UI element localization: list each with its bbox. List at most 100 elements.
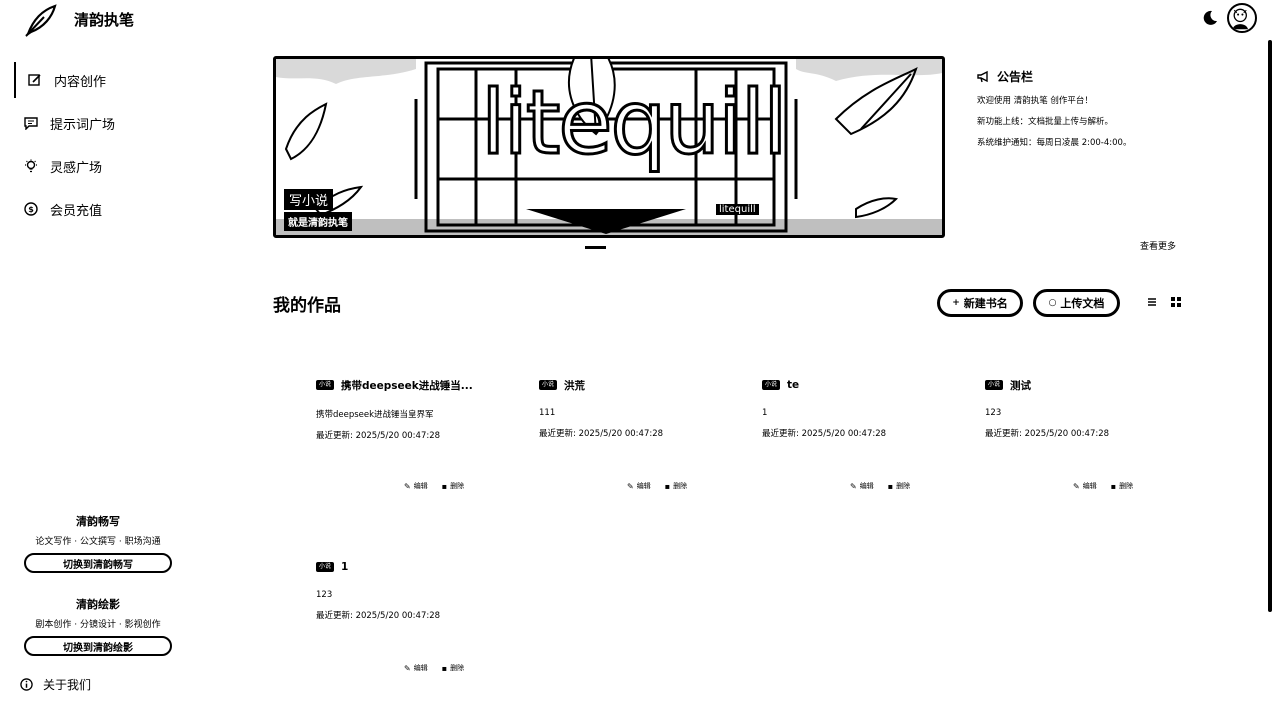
- announcement-line: 系统维护通知：每周日凌晨 2:00-4:00。: [977, 138, 1132, 148]
- dollar-icon: $: [24, 202, 38, 216]
- work-updated: 最近更新: 2025/5/20 00:47:28: [316, 611, 441, 621]
- works-title: 我的作品: [273, 296, 341, 316]
- promo-title: 清韵畅写: [76, 515, 120, 528]
- work-description: 123: [316, 590, 333, 600]
- delete-button[interactable]: ▪ 删除: [1111, 481, 1133, 491]
- work-title[interactable]: 1: [341, 561, 348, 573]
- banner-mini-tag: litequill: [716, 204, 759, 215]
- delete-label: 删除: [450, 664, 465, 672]
- carousel-indicator[interactable]: [585, 246, 606, 249]
- trash-icon: ▪: [887, 481, 894, 491]
- work-description: 1: [762, 408, 768, 418]
- edit-label: 编辑: [413, 664, 428, 672]
- pencil-icon: ✎: [627, 481, 634, 491]
- sidebar-item-membership[interactable]: $ 会员充值: [14, 191, 194, 227]
- banner-tag-sub: 就是清韵执笔: [284, 212, 352, 231]
- sidebar-item-prompt-square[interactable]: 提示词广场: [14, 105, 194, 141]
- banner-brand-text: litequill: [480, 71, 790, 174]
- type-badge: 小说: [316, 562, 335, 572]
- feather-logo-icon[interactable]: [22, 3, 58, 37]
- edit-label: 编辑: [636, 482, 651, 490]
- edit-button[interactable]: ✎ 编辑: [627, 481, 651, 491]
- info-icon: [20, 678, 33, 691]
- edit-label: 编辑: [1082, 482, 1097, 490]
- promo-title: 清韵绘影: [76, 598, 120, 611]
- delete-label: 删除: [450, 482, 465, 490]
- scrollbar[interactable]: [1268, 40, 1272, 612]
- delete-button[interactable]: ▪ 删除: [888, 481, 910, 491]
- new-book-label: 新建书名: [963, 297, 1008, 310]
- banner-tag-main: 写小说: [284, 189, 334, 210]
- upload-document-label: 上传文档: [1060, 297, 1105, 310]
- work-updated: 最近更新: 2025/5/20 00:47:28: [316, 431, 441, 441]
- see-more-link[interactable]: 查看更多: [1140, 239, 1176, 252]
- announcement-line: 新功能上线：文档批量上传与解析。: [977, 117, 1114, 127]
- promo-subtitle: 论文写作 · 公文撰写 · 职场沟通: [35, 537, 161, 547]
- type-badge: 小说: [316, 380, 335, 390]
- work-card[interactable]: 小说 te 1 最近更新: 2025/5/20 00:47:28 ✎ 编辑 ▪ 删除: [762, 378, 977, 508]
- edit-label: 编辑: [859, 482, 874, 490]
- top-bar: 清韵执笔: [0, 0, 1280, 40]
- promo-subtitle: 剧本创作 · 分镜设计 · 影视创作: [35, 620, 161, 630]
- megaphone-icon: [977, 70, 988, 83]
- delete-label: 删除: [673, 482, 688, 490]
- moon-icon[interactable]: [1201, 9, 1219, 27]
- sidebar-item-inspiration-square[interactable]: 灵感广场: [14, 148, 194, 184]
- work-card[interactable]: 小说 测试 123 最近更新: 2025/5/20 00:47:28 ✎ 编辑 ▪…: [985, 378, 1200, 508]
- upload-icon: ○: [1048, 298, 1057, 308]
- work-title[interactable]: 测试: [1010, 378, 1031, 393]
- delete-button[interactable]: ▪ 删除: [442, 481, 464, 491]
- sidebar-item-content-creation[interactable]: 内容创作: [14, 62, 194, 98]
- switch-changxie-button[interactable]: 切换到清韵畅写: [24, 553, 172, 573]
- trash-icon: ▪: [1110, 481, 1117, 491]
- work-updated: 最近更新: 2025/5/20 00:47:28: [539, 429, 664, 439]
- promo-qingyun-huiying: 清韵绘影 剧本创作 · 分镜设计 · 影视创作 切换到清韵绘影: [24, 596, 172, 656]
- edit-button[interactable]: ✎ 编辑: [1073, 481, 1097, 491]
- work-description: 111: [539, 408, 556, 418]
- list-view-icon[interactable]: [1146, 296, 1158, 308]
- upload-document-button[interactable]: ○ 上传文档: [1033, 289, 1120, 317]
- pencil-icon: ✎: [404, 481, 411, 491]
- delete-button[interactable]: ▪ 删除: [442, 663, 464, 673]
- pencil-icon: ✎: [850, 481, 857, 491]
- work-title[interactable]: te: [787, 379, 799, 391]
- work-card[interactable]: 小说 1 123 最近更新: 2025/5/20 00:47:28 ✎ 编辑 ▪ 删…: [316, 560, 531, 690]
- trash-icon: ▪: [441, 663, 448, 673]
- switch-huiying-button[interactable]: 切换到清韵绘影: [24, 636, 172, 656]
- about-us-link[interactable]: 关于我们: [20, 676, 91, 693]
- edit-button[interactable]: ✎ 编辑: [404, 663, 428, 673]
- work-card[interactable]: 小说 洪荒 111 最近更新: 2025/5/20 00:47:28 ✎ 编辑 ▪…: [539, 378, 754, 508]
- edit-label: 编辑: [413, 482, 428, 490]
- sidebar-item-label: 灵感广场: [50, 160, 103, 176]
- edit-icon: [28, 74, 41, 86]
- announcement-line: 欢迎使用 清韵执笔 创作平台！: [977, 96, 1093, 106]
- type-badge: 小说: [985, 380, 1004, 390]
- chat-icon: [24, 117, 38, 130]
- type-badge: 小说: [762, 380, 781, 390]
- announcement-header: 公告栏: [977, 68, 1217, 85]
- about-us-label: 关于我们: [43, 678, 92, 692]
- sidebar: 内容创作 提示词广场 灵感广场 $ 会员充值 清韵畅写 论文写作 · 公文撰写 …: [0, 40, 200, 715]
- plus-icon: +: [952, 298, 960, 308]
- avatar-face-icon: [1232, 8, 1249, 30]
- banner-carousel[interactable]: litequill 写小说 就是清韵执笔 litequill: [273, 56, 945, 238]
- grid-view-icon[interactable]: [1170, 296, 1182, 308]
- work-description: 携带deepseek进战锤当皇界军: [316, 410, 434, 420]
- work-title[interactable]: 洪荒: [564, 378, 585, 393]
- pencil-icon: ✎: [404, 663, 411, 673]
- sidebar-item-label: 会员充值: [50, 203, 103, 219]
- announcement-panel: 公告栏 欢迎使用 清韵执笔 创作平台！ 新功能上线：文档批量上传与解析。 系统维…: [977, 68, 1217, 148]
- svg-text:$: $: [28, 205, 34, 214]
- trash-icon: ▪: [664, 481, 671, 491]
- delete-button[interactable]: ▪ 删除: [665, 481, 687, 491]
- promo-qingyun-changxie: 清韵畅写 论文写作 · 公文撰写 · 职场沟通 切换到清韵畅写: [24, 513, 172, 573]
- work-card[interactable]: 小说 携带deepseek进战锤当... 携带deepseek进战锤当皇界军 最…: [316, 378, 531, 508]
- avatar[interactable]: [1227, 3, 1257, 33]
- edit-button[interactable]: ✎ 编辑: [404, 481, 428, 491]
- work-title[interactable]: 携带deepseek进战锤当...: [341, 378, 473, 393]
- app-title: 清韵执笔: [74, 11, 135, 29]
- work-description: 123: [985, 408, 1002, 418]
- work-updated: 最近更新: 2025/5/20 00:47:28: [762, 429, 887, 439]
- new-book-button[interactable]: + 新建书名: [937, 289, 1023, 317]
- edit-button[interactable]: ✎ 编辑: [850, 481, 874, 491]
